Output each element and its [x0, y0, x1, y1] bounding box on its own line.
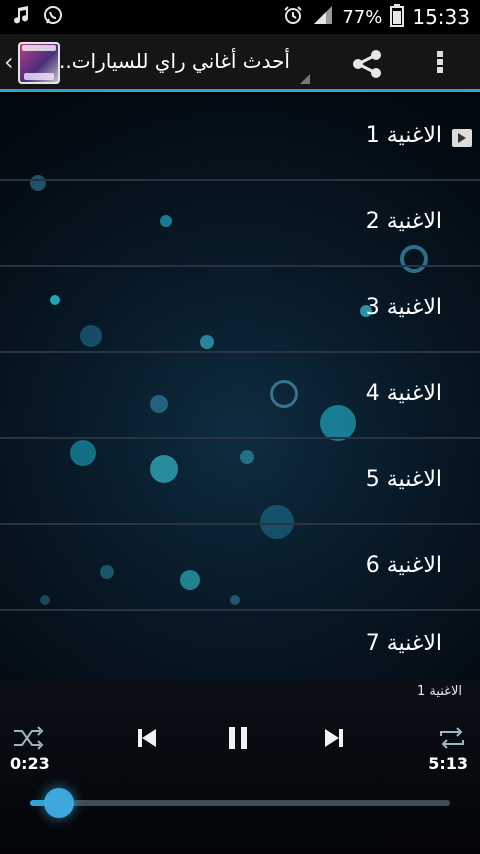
alarm-icon: [282, 4, 304, 31]
dropdown-indicator-icon: [300, 74, 310, 84]
song-label: الاغنية 3: [365, 295, 442, 320]
song-label: الاغنية 1: [365, 123, 442, 148]
list-item[interactable]: الاغنية 2: [0, 181, 480, 267]
back-chevron-icon[interactable]: ‹: [4, 48, 14, 76]
list-item[interactable]: الاغنية 6: [0, 525, 480, 611]
next-icon[interactable]: [322, 726, 346, 754]
song-label: الاغنية 2: [365, 209, 442, 234]
seek-bar[interactable]: [30, 788, 450, 818]
action-bar: ‹ أحدث أغاني راي للسيارات..: [0, 34, 480, 92]
share-icon[interactable]: [350, 49, 384, 79]
list-item[interactable]: الاغنية 7: [0, 611, 480, 679]
repeat-icon[interactable]: [436, 724, 468, 756]
pause-icon[interactable]: [226, 725, 250, 755]
shuffle-icon[interactable]: [12, 724, 44, 756]
total-duration: 5:13: [428, 754, 468, 773]
list-item[interactable]: الاغنية 1: [0, 95, 480, 181]
play-icon: [452, 129, 472, 147]
previous-icon[interactable]: [135, 726, 159, 754]
seek-thumb[interactable]: [44, 788, 75, 818]
battery-percent: 77%: [342, 6, 383, 28]
list-item[interactable]: الاغنية 3: [0, 267, 480, 353]
overflow-menu-icon[interactable]: [434, 49, 446, 79]
song-list: الاغنية 1 الاغنية 2 الاغنية 3 الاغنية 4 …: [0, 95, 480, 679]
player-bar: الاغنية 1 0:23 5:13: [0, 680, 480, 854]
page-title: أحدث أغاني راي للسيارات..: [59, 49, 290, 73]
list-item[interactable]: الاغنية 4: [0, 353, 480, 439]
battery-icon: [390, 3, 405, 32]
signal-icon: [312, 4, 334, 31]
music-note-icon: [10, 4, 32, 30]
list-item[interactable]: الاغنية 5: [0, 439, 480, 525]
song-label: الاغنية 4: [365, 381, 442, 406]
app-icon[interactable]: [18, 42, 60, 84]
whatsapp-icon: [42, 4, 64, 30]
elapsed-time: 0:23: [10, 754, 50, 773]
song-label: الاغنية 6: [365, 553, 442, 578]
clock: 15:33: [412, 5, 470, 29]
song-label: الاغنية 7: [365, 631, 442, 656]
now-playing-title: الاغنية 1: [416, 684, 462, 699]
status-bar: 77% 15:33: [0, 0, 480, 34]
song-label: الاغنية 5: [365, 467, 442, 492]
